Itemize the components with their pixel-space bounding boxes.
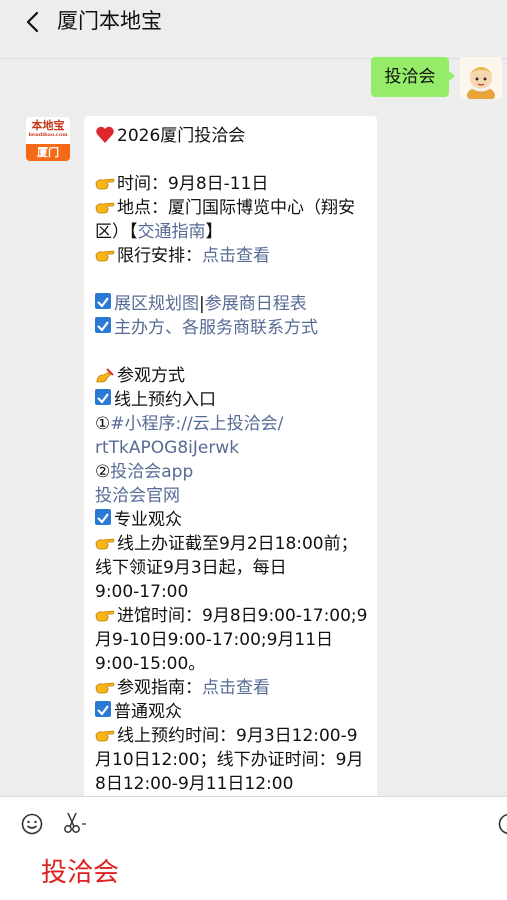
- menu-icon-partial: [478, 0, 492, 4]
- exhibition-plan-link[interactable]: 展区规划图: [114, 294, 199, 314]
- message-line: 2026厦门投洽会: [95, 124, 373, 148]
- outgoing-message-bubble[interactable]: 投洽会: [371, 57, 449, 97]
- message-content: 2026厦门投洽会 时间：9月8日-11日 地点：厦门国际博览中心（翔安 区）【…: [95, 124, 373, 796]
- avatar-city-label: 厦门: [26, 144, 70, 161]
- message-line: 参观方式: [95, 364, 373, 388]
- message-line: 月9-10日9:00-17:00;9月11日: [95, 628, 373, 652]
- contacts-link[interactable]: 主办方、各服务商联系方式: [114, 318, 318, 338]
- smiley-icon[interactable]: [21, 813, 43, 835]
- more-icon-partial: [388, 0, 402, 4]
- message-line: 线上预约入口: [95, 388, 373, 412]
- official-site-link[interactable]: 投洽会官网: [95, 486, 180, 506]
- chevron-left-icon[interactable]: [20, 8, 44, 36]
- message-line: 专业观众: [95, 508, 373, 532]
- check-box-icon: [95, 389, 111, 405]
- traffic-guide-link[interactable]: 交通指南: [138, 222, 206, 242]
- message-line: 区）【交通指南】: [95, 220, 373, 244]
- message-line: 9:00-15:00。: [95, 652, 373, 676]
- visit-guide-link[interactable]: 点击查看: [202, 678, 270, 698]
- message-line: 地点：厦门国际博览中心（翔安: [95, 196, 373, 220]
- message-line: 月10日12:00；线下办证时间：9月: [95, 748, 373, 772]
- message-line: 限行安排：点击查看: [95, 244, 373, 268]
- mini-program-link[interactable]: #小程序://云上投洽会/: [110, 414, 283, 434]
- writing-hand-icon: [95, 366, 115, 384]
- emoji-icon-partial[interactable]: [498, 813, 507, 835]
- exhibitor-schedule-link[interactable]: 参展商日程表: [205, 294, 307, 314]
- bendibao-avatar[interactable]: 本地宝 bendibao.com 厦门: [26, 117, 70, 161]
- message-line: ②投洽会app: [95, 460, 373, 484]
- message-line: 9:00-17:00: [95, 580, 373, 604]
- check-box-icon: [95, 509, 111, 525]
- traffic-restriction-link[interactable]: 点击查看: [202, 246, 270, 266]
- app-link[interactable]: 投洽会app: [110, 462, 193, 482]
- message-line: 进馆时间：9月8日9:00-17:00;9: [95, 604, 373, 628]
- message-line: ①#小程序://云上投洽会/: [95, 412, 373, 436]
- mini-program-link-id[interactable]: rtTkAPOG8iJerwk: [95, 438, 239, 458]
- avatar-logo-text: 本地宝 bendibao.com: [26, 117, 70, 143]
- message-line: 展区规划图|参展商日程表: [95, 292, 373, 316]
- pointing-hand-icon: [95, 174, 115, 192]
- check-box-icon: [95, 293, 111, 309]
- pointing-hand-icon: [95, 198, 115, 216]
- top-bar: 厦门本地宝: [0, 0, 507, 59]
- self-avatar[interactable]: [460, 57, 502, 99]
- pointing-hand-icon: [95, 534, 115, 552]
- pointing-hand-icon: [95, 606, 115, 624]
- message-line: 线下领证9月3日起，每日: [95, 556, 373, 580]
- pointing-hand-icon: [95, 726, 115, 744]
- chat-title: 厦门本地宝: [57, 7, 162, 35]
- message-input[interactable]: 投洽会: [41, 856, 119, 890]
- message-line: 线上预约时间：9月3日12:00-9: [95, 724, 373, 748]
- pointing-hand-icon: [95, 246, 115, 264]
- message-line: 线上办证截至9月2日18:00前；: [95, 532, 373, 556]
- message-line: 投洽会官网: [95, 484, 373, 508]
- red-heart-icon: [95, 126, 115, 144]
- message-line: rtTkAPOG8iJerwk: [95, 436, 373, 460]
- cartoon-avatar-icon: [460, 57, 502, 99]
- incoming-message-bubble[interactable]: 2026厦门投洽会 时间：9月8日-11日 地点：厦门国际博览中心（翔安 区）【…: [84, 116, 377, 806]
- check-box-icon: [95, 317, 111, 333]
- check-box-icon: [95, 701, 111, 717]
- message-line: 8日12:00-9月11日12:00: [95, 772, 373, 796]
- pointing-hand-icon: [95, 678, 115, 696]
- input-bar: 投洽会: [0, 796, 507, 900]
- message-line: 普通观众: [95, 700, 373, 724]
- message-line: 时间：9月8日-11日: [95, 172, 373, 196]
- scissors-icon[interactable]: [62, 811, 88, 835]
- message-line: 主办方、各服务商联系方式: [95, 316, 373, 340]
- message-line: 参观指南：点击查看: [95, 676, 373, 700]
